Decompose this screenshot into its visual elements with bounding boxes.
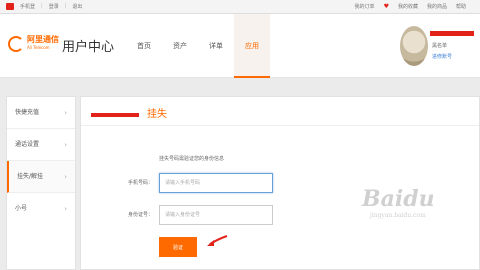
sidebar-item-label: 通话设置 — [15, 141, 40, 148]
phone-input[interactable] — [159, 173, 273, 193]
sidebar-item-recharge[interactable]: 快捷充值 › — [7, 97, 75, 129]
chevron-right-icon: › — [64, 173, 67, 181]
header: 阿里通信 Ali Telecom 用户中心 首页 资产 详单 应用 黑名单 进修… — [0, 14, 480, 78]
id-label: 身份证号： — [127, 212, 153, 218]
main-panel: 挂失 挂失号码需验证您的身份信息 手机号码： 身份证号： 验证 — [80, 96, 480, 270]
logo-text: 阿里通信 Ali Telecom — [27, 35, 59, 51]
chevron-right-icon: › — [64, 205, 67, 213]
chevron-right-icon: › — [64, 109, 67, 117]
sidebar-item-label: 挂失/解挂 — [17, 173, 44, 180]
nav-details[interactable]: 详单 — [198, 14, 234, 78]
sidebar-item-call-settings[interactable]: 通话设置 › — [7, 129, 75, 161]
logo-icon — [8, 36, 24, 52]
section-title: 挂失 — [147, 109, 167, 120]
top-left-links: 手机登 | 登录 | 退出 — [6, 3, 82, 10]
red-arrow-icon — [207, 235, 228, 246]
sidebar-item-subnumber[interactable]: 小号 › — [7, 193, 75, 225]
account-link[interactable]: 进修账号 — [432, 53, 452, 60]
main-nav: 首页 资产 详单 应用 — [126, 14, 270, 78]
sidebar: 快捷充值 › 通话设置 › 挂失/解挂 › 小号 › — [6, 96, 76, 270]
logo[interactable]: 阿里通信 Ali Telecom — [8, 36, 59, 52]
divider — [81, 125, 479, 126]
sidebar-item-label: 小号 — [15, 205, 28, 212]
top-link-favorites[interactable]: 我的收藏 — [398, 3, 418, 10]
logo-subtext: Ali Telecom — [27, 45, 50, 50]
verify-button[interactable]: 验证 — [159, 237, 197, 257]
id-input[interactable] — [159, 205, 273, 225]
phone-label: 手机号码： — [127, 180, 153, 186]
separator: | — [41, 3, 43, 9]
avatar[interactable] — [400, 26, 428, 66]
user-name: 黑名单 — [432, 43, 448, 49]
nav-home[interactable]: 首页 — [126, 14, 162, 78]
top-link-orders[interactable]: 我的订单 — [355, 3, 375, 10]
nav-assets[interactable]: 资产 — [162, 14, 198, 78]
watermark-subtext: jingyan.baidu.com — [370, 212, 426, 219]
redaction-bar — [430, 31, 474, 36]
heart-icon: ♥ — [383, 3, 389, 10]
brand-mark-icon — [6, 3, 14, 10]
sidebar-item-label: 快捷充值 — [15, 109, 40, 116]
top-link-login[interactable]: 登录 — [49, 3, 59, 10]
top-link-help[interactable]: 帮助 — [456, 3, 466, 10]
page-title: 用户中心 — [62, 40, 115, 55]
top-link-products[interactable]: 我的商品 — [427, 3, 447, 10]
top-right-links: 我的订单 ♥ 我的收藏 我的商品 帮助 — [355, 3, 466, 10]
top-link-phone[interactable]: 手机登 — [20, 3, 35, 10]
top-bar: 手机登 | 登录 | 退出 我的订单 ♥ 我的收藏 我的商品 帮助 — [0, 0, 480, 14]
nav-apps[interactable]: 应用 — [234, 14, 270, 78]
separator: | — [64, 3, 67, 9]
top-link-logout[interactable]: 退出 — [72, 3, 82, 10]
watermark: Baidu jingyan.baidu.com — [362, 186, 435, 219]
form-description: 挂失号码需验证您的身份信息 — [159, 156, 225, 162]
sidebar-item-report-loss[interactable]: 挂失/解挂 › — [7, 161, 75, 193]
chevron-right-icon: › — [64, 141, 67, 149]
watermark-text: Baidu — [362, 186, 435, 212]
redaction-bar — [91, 113, 139, 117]
